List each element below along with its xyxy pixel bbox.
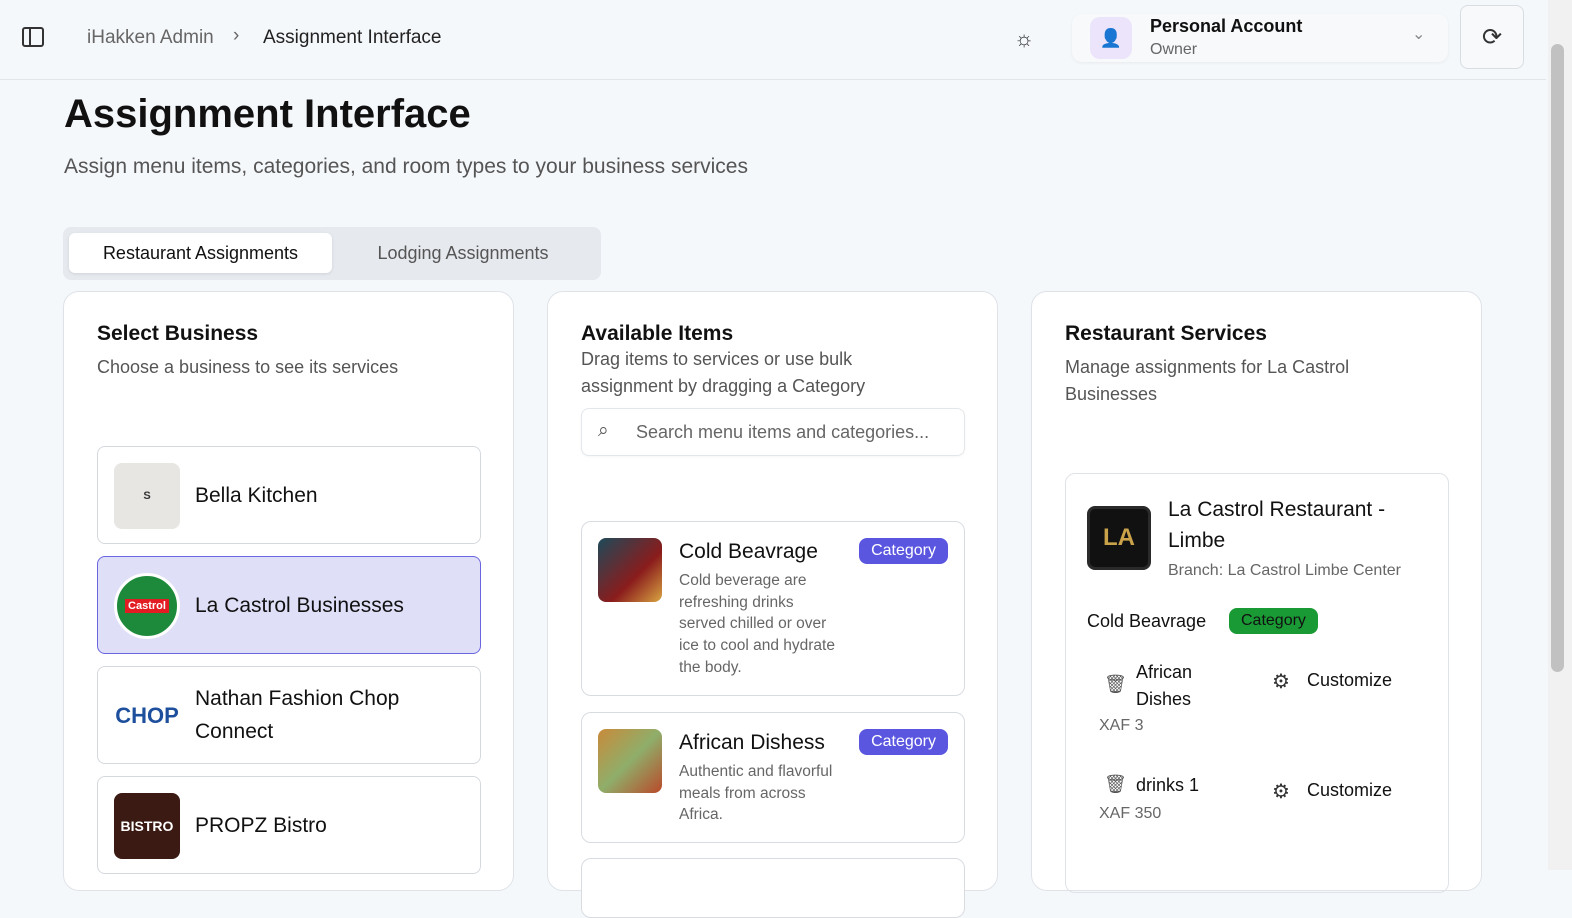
category-badge: Category xyxy=(1229,608,1318,634)
service-logo: LA xyxy=(1087,506,1151,570)
business-item[interactable]: S Bella Kitchen xyxy=(97,446,481,544)
page-title: Assignment Interface xyxy=(64,92,471,136)
restaurant-services-panel: Restaurant Services Manage assignments f… xyxy=(1031,291,1482,893)
panel-title: Restaurant Services xyxy=(1065,322,1267,345)
business-logo: Castrol xyxy=(114,573,180,639)
chevron-down-icon: ⌄ xyxy=(1412,26,1426,43)
panel-description: Drag items to services or use bulk assig… xyxy=(581,349,866,396)
chevron-right-icon: › xyxy=(233,25,240,46)
item-image xyxy=(598,729,662,793)
refresh-button[interactable]: ⟳ xyxy=(1460,5,1524,69)
theme-toggle-sun-icon[interactable]: ☼ xyxy=(1014,26,1034,52)
assignment-name: African Dishes xyxy=(1136,662,1193,709)
item-description: Cold beverage are refreshing drinks serv… xyxy=(679,572,835,676)
business-logo: BISTRO xyxy=(114,793,180,859)
item-name: African Dishess xyxy=(679,731,825,754)
draggable-item[interactable]: African Dishess Category Authentic and f… xyxy=(581,712,965,843)
service-card[interactable]: LA La Castrol Restaurant - Limbe Branch:… xyxy=(1065,473,1449,893)
user-icon: 👤 xyxy=(1090,17,1132,59)
business-name: Bella Kitchen xyxy=(195,484,318,507)
gear-icon[interactable]: ⚙ xyxy=(1272,779,1290,804)
tab-restaurant-assignments[interactable]: Restaurant Assignments xyxy=(69,233,332,273)
service-branch: Branch: La Castrol Limbe Center xyxy=(1168,562,1401,579)
tab-list: Restaurant Assignments Lodging Assignmen… xyxy=(63,227,601,280)
breadcrumb-current: Assignment Interface xyxy=(263,27,442,48)
panel-title: Select Business xyxy=(97,322,259,345)
tab-lodging-assignments[interactable]: Lodging Assignments xyxy=(338,233,588,273)
panel-description: Manage assignments for La Castrol Busine… xyxy=(1065,357,1350,404)
business-logo: S xyxy=(114,463,180,529)
assignment-name: drinks 1 xyxy=(1136,775,1200,795)
scrollbar-thumb[interactable] xyxy=(1551,44,1564,672)
assignment-price: XAF 3 xyxy=(1099,717,1144,734)
business-name: La Castrol Businesses xyxy=(195,594,404,617)
item-image xyxy=(598,538,662,602)
business-name: Nathan Fashion Chop Connect xyxy=(195,687,400,743)
account-name: Personal Account xyxy=(1150,16,1303,36)
refresh-icon: ⟳ xyxy=(1481,23,1503,51)
business-item[interactable]: BISTRO PROPZ Bistro xyxy=(97,776,481,874)
breadcrumb-home[interactable]: iHakken Admin xyxy=(87,27,214,49)
category-badge: Category xyxy=(859,538,948,564)
customize-button[interactable]: Customize xyxy=(1307,670,1392,691)
service-name: La Castrol Restaurant - Limbe xyxy=(1168,498,1386,552)
business-logo: CHOP xyxy=(115,703,179,728)
panel-title: Available Items xyxy=(581,322,734,345)
business-name: PROPZ Bistro xyxy=(195,814,327,837)
item-description: Authentic and flavorful meals from acros… xyxy=(679,763,833,824)
search-icon: ⌕ xyxy=(598,420,609,441)
page-subtitle: Assign menu items, categories, and room … xyxy=(64,155,748,178)
search-input[interactable]: ⌕ Search menu items and categories... xyxy=(581,408,965,456)
draggable-item[interactable] xyxy=(581,858,965,918)
draggable-item[interactable]: Cold Beavrage Category Cold beverage are… xyxy=(581,521,965,696)
sidebar-toggle-icon[interactable] xyxy=(22,27,44,47)
item-name: Cold Beavrage xyxy=(679,540,818,563)
panel-description: Choose a business to see its services xyxy=(97,357,399,377)
assignment-price: XAF 350 xyxy=(1099,805,1162,822)
trash-icon[interactable]: 🗑 xyxy=(1104,774,1127,795)
search-placeholder: Search menu items and categories... xyxy=(636,422,930,442)
assigned-category: Cold Beavrage xyxy=(1087,611,1207,631)
account-role: Owner xyxy=(1150,41,1198,58)
trash-icon[interactable]: 🗑 xyxy=(1104,674,1127,695)
business-item[interactable]: CHOP Nathan Fashion Chop Connect xyxy=(97,666,481,764)
account-switcher[interactable]: 👤 Personal Account Owner ⌄ xyxy=(1072,14,1448,62)
category-badge: Category xyxy=(859,729,948,755)
customize-button[interactable]: Customize xyxy=(1307,780,1392,801)
business-item-selected[interactable]: Castrol La Castrol Businesses xyxy=(97,556,481,654)
gear-icon[interactable]: ⚙ xyxy=(1272,669,1290,694)
available-items-panel: Available Items Drag items to services o… xyxy=(547,291,998,918)
top-bar: iHakken Admin › Assignment Interface ☼ 👤… xyxy=(0,0,1546,80)
select-business-panel: Select Business Choose a business to see… xyxy=(63,291,514,891)
